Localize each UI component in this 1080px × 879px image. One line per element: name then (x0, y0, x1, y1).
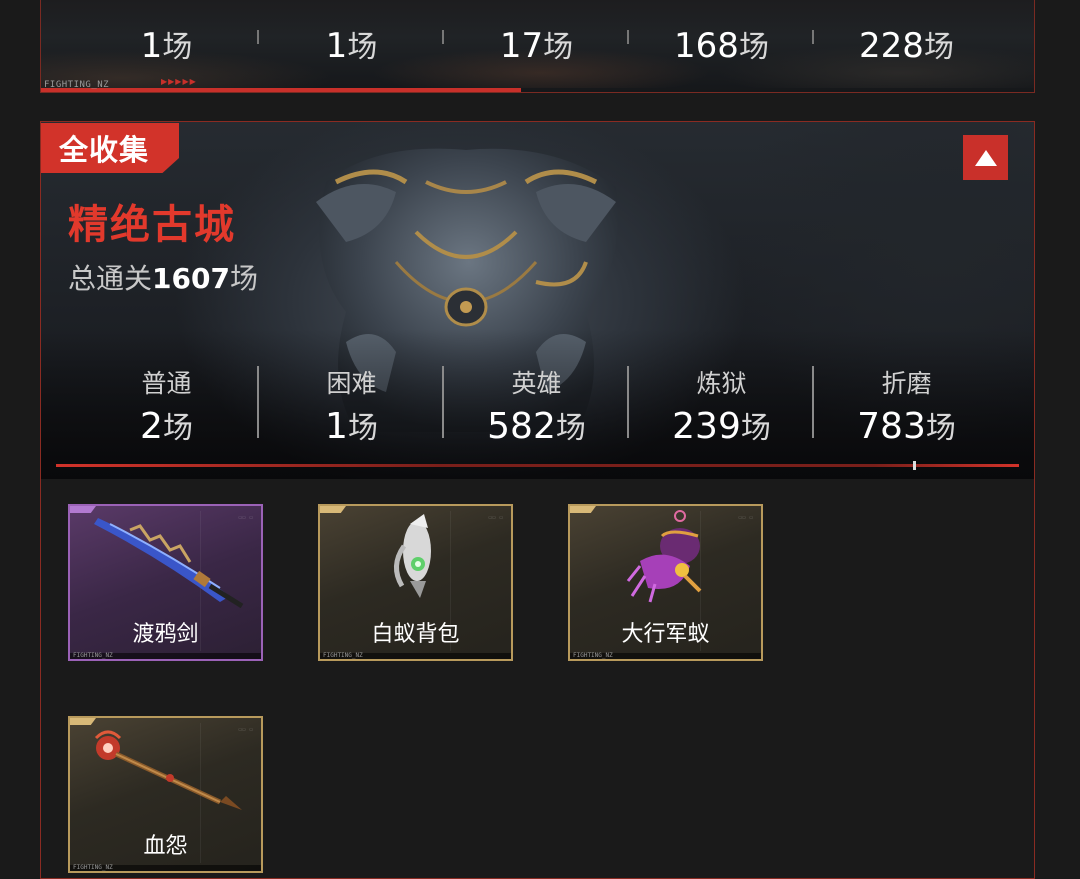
card-footer-watermark: FIGHTING_NZ (73, 652, 113, 659)
blood-grudge-staff-icon (94, 730, 242, 810)
map-banner[interactable]: 全收集 精绝古城 总通关1607场 普通 2场 困难 1场 英雄 582场 炼狱… (41, 122, 1034, 479)
collectible-item-raven-sword[interactable]: ▭▭ ▭ 渡鸦剑 FIGHTING_NZ (68, 504, 263, 661)
difficulty-label: 普通 (141, 369, 192, 398)
difficulty-unit: 场 (740, 411, 771, 446)
difficulty-value: 1场 (259, 402, 444, 458)
badge-label: 全收集 (59, 133, 150, 167)
banner-divider-line (56, 464, 1019, 467)
collectible-item-termite-backpack[interactable]: ▭▭ ▭ 白蚁背包 FIGHTING_NZ (318, 504, 513, 661)
stat-unit: 场 (923, 30, 954, 65)
stat-count: 1 (325, 26, 348, 66)
stat-unit: 场 (543, 30, 574, 65)
difficulty-stat-purgatory: 炼狱 239场 (629, 366, 814, 456)
card-footer-watermark: FIGHTING_NZ (323, 652, 363, 659)
previous-map-card[interactable]: 1场 1场 17场 168场 228场 ▶▶▶▶▶ FIGHTING_NZ (40, 0, 1035, 93)
difficulty-stat-hard: 困难 1场 (259, 366, 444, 456)
full-collection-badge: 全收集 (41, 123, 180, 173)
collectible-item-blood-grudge[interactable]: ▭▭ ▭ 血怨 FIGHTING_NZ (68, 716, 263, 873)
difficulty-count: 783 (857, 406, 926, 447)
card-footer: FIGHTING_NZ (70, 864, 261, 871)
difficulty-unit: 场 (347, 411, 378, 446)
stat-count: 1 (140, 26, 163, 66)
previous-map-stats-row: 1场 1场 17场 168场 228场 (41, 22, 1034, 68)
banner-divider-marker (913, 461, 916, 470)
difficulty-stat-normal: 普通 2场 (74, 366, 259, 456)
difficulty-count: 239 (672, 406, 741, 447)
previous-map-stat: 228场 (814, 22, 999, 68)
difficulty-label: 折磨 (881, 369, 932, 398)
map-title: 精绝古城 (68, 202, 236, 248)
item-name: 血怨 (143, 834, 188, 859)
difficulty-count: 2 (140, 406, 163, 447)
stat-count: 228 (859, 26, 924, 66)
difficulty-value: 239场 (629, 402, 814, 458)
previous-map-stat: 1场 (74, 22, 259, 68)
card-footer-watermark: FIGHTING_NZ (573, 652, 613, 659)
difficulty-label: 炼狱 (696, 369, 747, 398)
difficulty-stats-row: 普通 2场 困难 1场 英雄 582场 炼狱 239场 折磨 783场 (41, 366, 1034, 456)
total-clears: 总通关1607场 (68, 257, 258, 297)
card-footer-line (41, 88, 521, 92)
previous-map-stat: 17场 (444, 22, 629, 68)
item-name: 大行军蚁 (621, 622, 710, 647)
card-footer-watermark: FIGHTING_NZ (73, 864, 113, 871)
army-ant-icon (626, 510, 702, 603)
difficulty-value: 582场 (444, 402, 629, 458)
card-footer: FIGHTING_NZ (320, 652, 511, 659)
total-unit: 场 (229, 262, 258, 295)
raven-sword-icon (94, 518, 244, 609)
page: 1场 1场 17场 168场 228场 ▶▶▶▶▶ FIGHTING_NZ 全收… (0, 0, 1080, 879)
difficulty-count: 1 (325, 406, 348, 447)
difficulty-count: 582 (487, 406, 556, 447)
stat-unit: 场 (347, 30, 378, 65)
stat-unit: 场 (738, 30, 769, 65)
difficulty-stat-hero: 英雄 582场 (444, 366, 629, 456)
stat-count: 17 (499, 26, 544, 66)
difficulty-label: 英雄 (511, 369, 562, 398)
stat-unit: 场 (162, 30, 193, 65)
map-card: 全收集 精绝古城 总通关1607场 普通 2场 困难 1场 英雄 582场 炼狱… (40, 121, 1035, 879)
triangle-up-icon (974, 149, 997, 166)
termite-backpack-icon (394, 514, 431, 598)
difficulty-unit: 场 (162, 411, 193, 446)
difficulty-value: 2场 (74, 402, 259, 458)
difficulty-unit: 场 (555, 411, 586, 446)
difficulty-label: 困难 (326, 369, 377, 398)
difficulty-unit: 场 (925, 411, 956, 446)
previous-map-stat: 168场 (629, 22, 814, 68)
card-footer-watermark: FIGHTING_NZ (44, 80, 110, 90)
item-name: 渡鸦剑 (132, 622, 199, 647)
previous-map-stat: 1场 (259, 22, 444, 68)
collapse-button[interactable] (963, 135, 1008, 180)
difficulty-stat-torment: 折磨 783场 (814, 366, 999, 456)
card-footer: FIGHTING_NZ (70, 652, 261, 659)
item-name: 白蚁背包 (371, 622, 460, 647)
total-count: 1607 (152, 262, 230, 295)
difficulty-value: 783场 (814, 402, 999, 458)
collectible-item-army-ant[interactable]: ▭▭ ▭ 大行军蚁 FIGHTING_NZ (568, 504, 763, 661)
total-prefix: 总通关 (68, 262, 153, 295)
card-footer: FIGHTING_NZ (570, 652, 761, 659)
chevrons-decoration: ▶▶▶▶▶ (161, 77, 197, 86)
stat-count: 168 (674, 26, 739, 66)
